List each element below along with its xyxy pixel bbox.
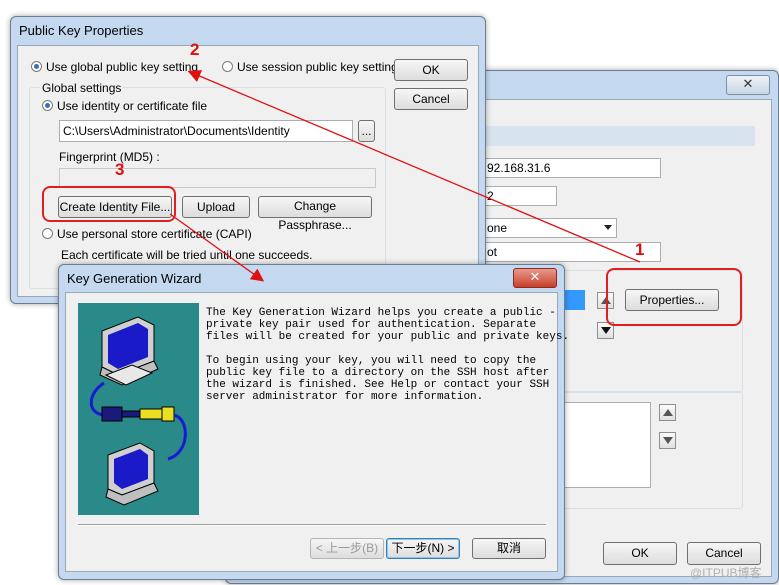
annotation-arrow-1-to-2 [187, 70, 641, 263]
highlight-properties [606, 268, 742, 326]
annotation-step-2: 2 [190, 40, 200, 59]
annotation-step-1: 1 [635, 240, 645, 259]
watermark: @ITPUB博客 [690, 566, 762, 580]
annotation-step-3: 3 [115, 160, 125, 179]
annotation-arrow-3-to-wizard [169, 213, 265, 282]
highlight-create-identity [42, 186, 176, 222]
